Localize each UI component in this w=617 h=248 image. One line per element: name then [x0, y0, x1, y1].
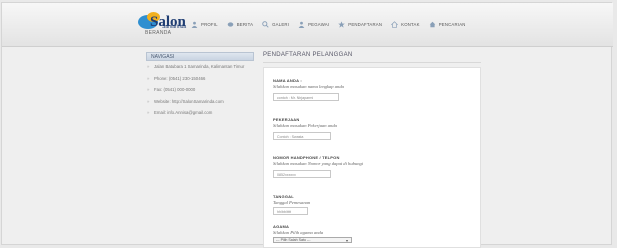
- nav-pegawai[interactable]: PEGAWAI: [298, 21, 329, 28]
- field-hint: Silahkan Pilih agama anda: [273, 230, 324, 235]
- nav-label: PROFIL: [201, 22, 218, 27]
- nav-kontak[interactable]: KONTAK: [391, 21, 420, 28]
- field-agama: AGAMA Silahkan Pilih agama anda --- Pili…: [273, 224, 352, 243]
- name-input[interactable]: contoh : Mr. Nirjaparmi: [273, 93, 339, 101]
- registration-form: NAMA ANDA : Silahkan masukan nama lengka…: [263, 67, 481, 248]
- nav-pencarian[interactable]: PENCARIAN: [429, 21, 466, 28]
- field-hint: Silahkan masukan nama lengkap anda: [273, 84, 344, 89]
- home-link[interactable]: BERANDA: [145, 30, 171, 36]
- list-item: Fax: (0541) 000-0000: [146, 87, 254, 93]
- browser-viewport: Salon Samarinda BERANDA PROFIL BERITA GA…: [1, 2, 613, 248]
- religion-select[interactable]: --- Pilih Salah Satu --- ▾: [273, 237, 352, 243]
- nav-label: BERITA: [236, 22, 254, 27]
- field-tanggal: TANGGAL Tanggal Pemesanan hh/bb/tttt: [273, 194, 310, 215]
- nav-label: PENCARIAN: [438, 22, 466, 27]
- page-title: PENDAFTARAN PELANGGAN: [263, 52, 353, 58]
- contact-list: Jalan Batubara 1 Samarinda, Kalimantan T…: [146, 64, 254, 116]
- field-label: NAMA ANDA :: [273, 78, 302, 83]
- nav-label: GALERI: [272, 22, 290, 27]
- main-content: PENDAFTARAN PELANGGAN NAMA ANDA : Silahk…: [258, 49, 483, 248]
- chevron-down-icon: ▾: [345, 238, 348, 243]
- main-menu: PROFIL BERITA GALERI PEGAWAI PENDAFTARAN…: [191, 21, 466, 28]
- nav-label: KONTAK: [401, 22, 420, 27]
- field-label: PEKERJAAN: [273, 117, 300, 122]
- nav-pendaftaran[interactable]: PENDAFTARAN: [338, 21, 382, 28]
- nav-profil[interactable]: PROFIL: [191, 21, 218, 28]
- field-label: NOMOR HANDPHONE / TELPON: [273, 155, 340, 160]
- field-label: TANGGAL: [273, 194, 294, 199]
- list-item[interactable]: Website: http://SalonSamarinda.com: [146, 99, 254, 105]
- phone-input[interactable]: 0852xxxxxx: [273, 170, 331, 178]
- list-item: Phone: (0541) 230-150466: [146, 76, 254, 82]
- list-item[interactable]: Email: info.Annisa@gmail.com: [146, 110, 254, 116]
- sidebar-title: NAVIGASI: [146, 52, 254, 61]
- list-item: Jalan Batubara 1 Samarinda, Kalimantan T…: [146, 64, 254, 70]
- nav-berita[interactable]: BERITA: [227, 21, 253, 28]
- star-icon: [338, 21, 346, 28]
- home-icon: [391, 21, 399, 28]
- top-navbar: Salon Samarinda BERANDA PROFIL BERITA GA…: [2, 3, 613, 47]
- select-value: --- Pilih Salah Satu ---: [276, 238, 311, 242]
- person-icon: [191, 21, 198, 28]
- field-telepon: NOMOR HANDPHONE / TELPON Silahkan masuka…: [273, 155, 363, 178]
- field-hint: Silahkan masukan Nomor yang dapat di hub…: [273, 161, 364, 166]
- search-icon: [429, 21, 435, 28]
- sidebar: NAVIGASI Jalan Batubara 1 Samarinda, Kal…: [146, 52, 254, 122]
- search-icon: [262, 21, 269, 28]
- nav-label: PENDAFTARAN: [348, 22, 383, 27]
- field-hint: Silahkan masukan Pekerjaan anda: [273, 123, 337, 128]
- news-icon: [227, 22, 234, 27]
- occupation-input[interactable]: Contoh : Swasta: [273, 132, 331, 140]
- field-label: AGAMA: [273, 224, 290, 229]
- field-pekerjaan: PEKERJAAN Silahkan masukan Pekerjaan and…: [273, 117, 337, 140]
- date-input[interactable]: hh/bb/tttt: [273, 207, 308, 215]
- nav-label: PEGAWAI: [308, 22, 330, 27]
- title-divider: [263, 62, 481, 63]
- field-hint: Tanggal Pemesanan: [273, 200, 311, 205]
- person-icon: [298, 21, 305, 28]
- site-logo[interactable]: Salon Samarinda BERANDA: [138, 11, 186, 39]
- nav-galeri[interactable]: GALERI: [262, 21, 289, 28]
- field-nama: NAMA ANDA : Silahkan masukan nama lengka…: [273, 78, 344, 101]
